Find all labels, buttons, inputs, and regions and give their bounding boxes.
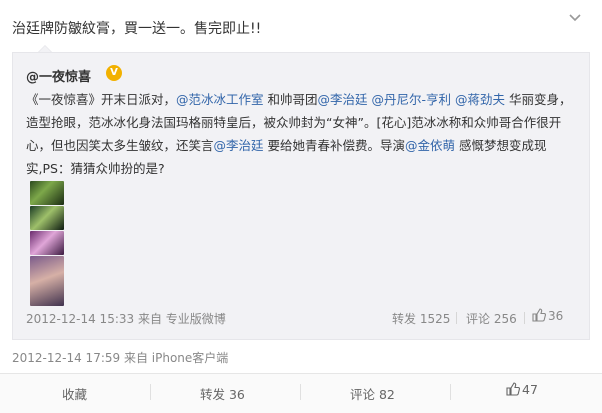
quote-pointer-inner	[39, 46, 51, 52]
favorite-button[interactable]: 收藏	[62, 384, 87, 403]
quoted-repost-link[interactable]: 转发 1525	[392, 310, 450, 327]
divider	[456, 312, 457, 324]
divider	[300, 384, 301, 400]
post-meta[interactable]: 2012-12-14 17:59 来自 iPhone客户端	[12, 349, 228, 366]
mention-link[interactable]: @蒋劲夫	[455, 92, 505, 107]
quoted-like-button[interactable]: 36	[532, 308, 563, 323]
verified-badge-icon: V	[106, 65, 122, 81]
mention-link[interactable]: @范冰冰工作室	[176, 92, 264, 107]
weibo-post-card: 治廷牌防皺紋膏，買一送一。售完即止!! @一夜惊喜 V 《一夜惊喜》开末日派对，…	[0, 0, 602, 413]
divider	[524, 312, 525, 324]
thumbnail-image[interactable]	[30, 181, 64, 205]
thumbnail-image[interactable]	[30, 256, 64, 306]
quoted-comment-link[interactable]: 评论 256	[466, 310, 517, 327]
chevron-down-icon[interactable]	[568, 12, 584, 26]
post-text: 治廷牌防皺紋膏，買一送一。售完即止!!	[12, 21, 262, 37]
thumbnail-image[interactable]	[30, 231, 64, 255]
divider	[450, 384, 451, 400]
thumbnail-image[interactable]	[30, 206, 64, 230]
like-button[interactable]: 47	[506, 382, 538, 397]
quoted-like-count: 36	[548, 309, 564, 323]
body-text: 《一夜惊喜》开末日派对，	[26, 92, 177, 107]
image-thumbnails	[30, 181, 64, 307]
quoted-meta[interactable]: 2012-12-14 15:33 来自 专业版微博	[26, 310, 226, 327]
body-text: 和帅哥团	[263, 92, 318, 107]
body-text: 要给她青春补偿费。导演	[263, 138, 406, 153]
quoted-author-link[interactable]: @一夜惊喜	[26, 66, 91, 85]
divider	[150, 384, 151, 400]
thumb-up-icon	[532, 308, 546, 322]
mention-link[interactable]: @金依萌	[405, 138, 455, 153]
mention-link[interactable]: @丹尼尔-亨利	[372, 92, 452, 107]
quoted-body: 《一夜惊喜》开末日派对，@范冰冰工作室 和帅哥团@李治廷 @丹尼尔-亨利 @蒋劲…	[26, 88, 580, 180]
comment-button[interactable]: 评论 82	[350, 384, 395, 403]
like-count: 47	[522, 382, 538, 397]
thumb-up-icon	[506, 382, 520, 396]
mention-link[interactable]: @李治廷	[214, 138, 264, 153]
repost-button[interactable]: 转发 36	[200, 384, 245, 403]
mention-link[interactable]: @李治廷	[318, 92, 368, 107]
